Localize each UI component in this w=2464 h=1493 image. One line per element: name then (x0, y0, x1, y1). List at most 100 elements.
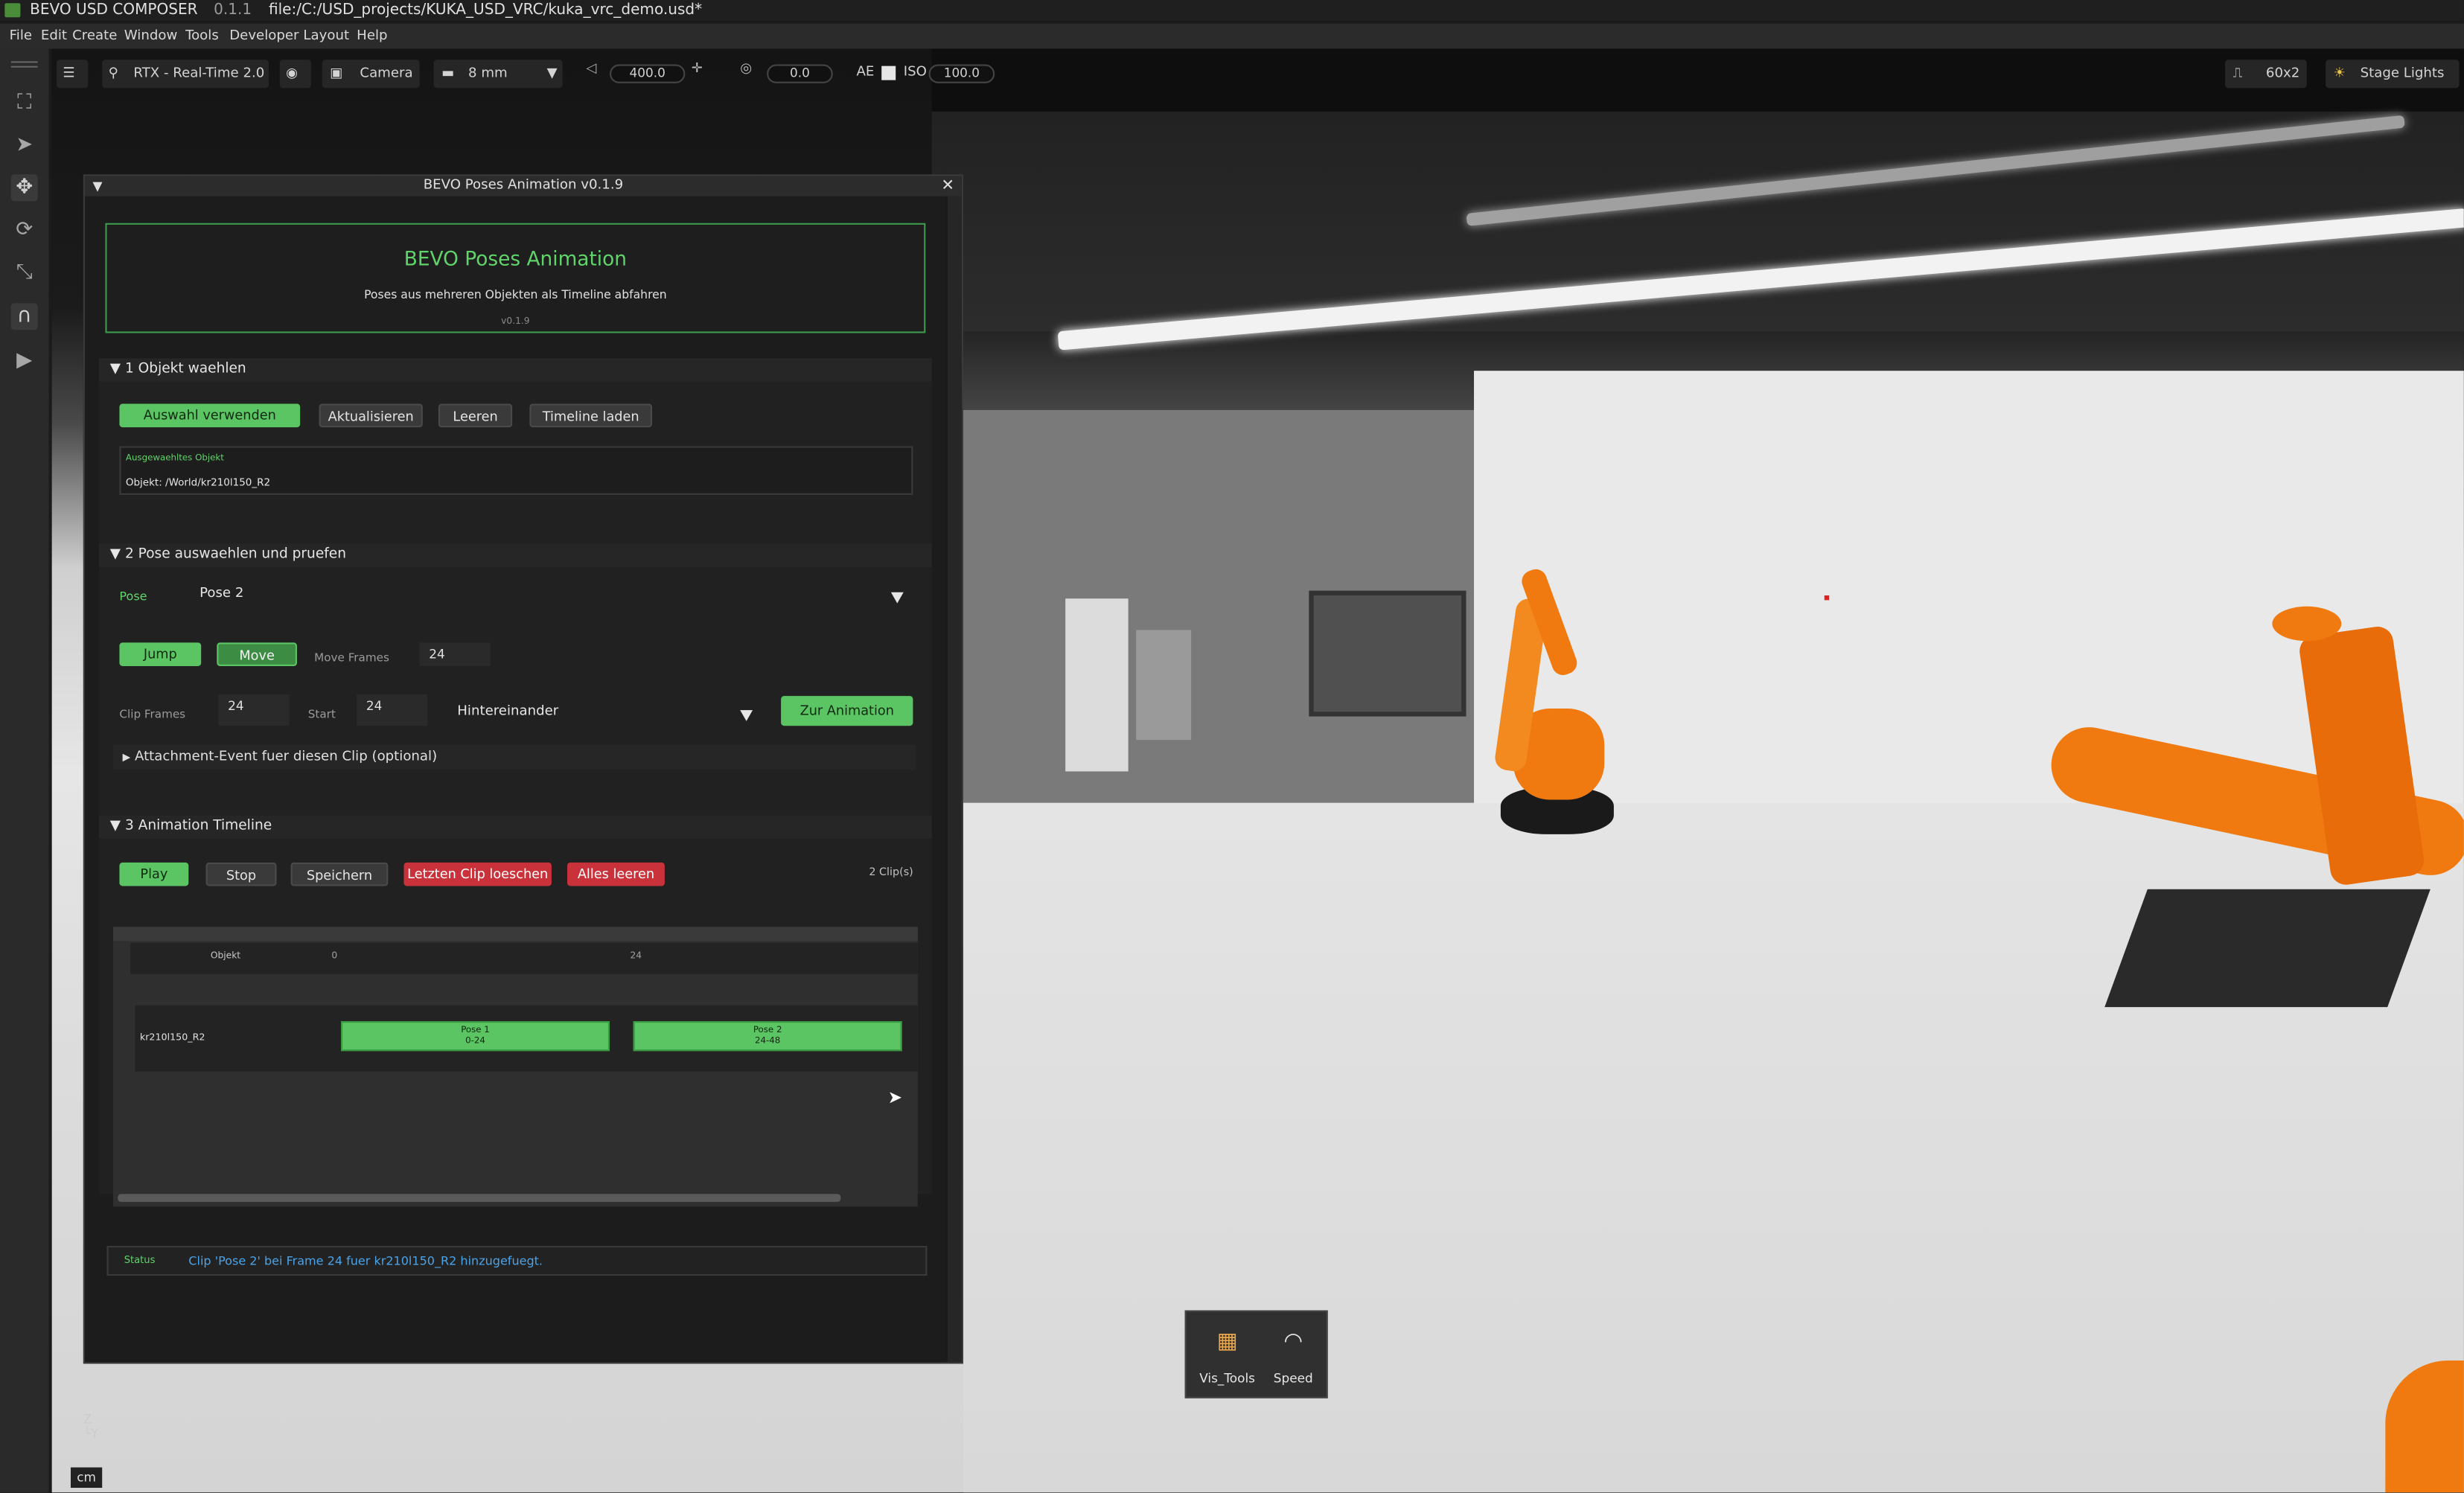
iso-value[interactable]: 100.0 (928, 64, 995, 83)
grip-icon (10, 61, 38, 68)
pose-dropdown[interactable]: Pose 2 (200, 583, 907, 607)
status-label: Status (124, 1255, 156, 1267)
save-button[interactable]: Speichern (290, 862, 389, 886)
vis-tools-panel: ▦ Vis_Tools ◠ Speed (1184, 1310, 1328, 1398)
lights-button[interactable]: ☀ Stage Lights (2326, 60, 2460, 89)
crosshair-icon[interactable]: ✛ (692, 61, 703, 77)
visibility-eye-icon[interactable]: ◉ (279, 60, 311, 89)
file-path: file:/C:/USD_projects/KUKA_USD_VRC/kuka_… (268, 1, 703, 19)
dialog-scrollbar[interactable] (947, 196, 962, 1363)
settings-sliders-icon[interactable]: ☰ (56, 60, 89, 89)
animation-timeline[interactable]: Objekt 0 24 kr210l150_R2 Pose 1 0-24 Pos… (112, 927, 918, 1207)
menu-create[interactable]: Create (72, 24, 117, 49)
scale-icon[interactable]: ⤡ (11, 259, 38, 286)
clip-range: 24-48 (754, 1037, 781, 1046)
clip-value[interactable]: 400.0 (610, 64, 686, 83)
use-selection-button[interactable]: Auswahl verwenden (119, 403, 301, 428)
renderer-button[interactable]: ⚲ RTX - Real-Time 2.0 (102, 60, 269, 89)
mouse-cursor-icon: ➤ (887, 1087, 903, 1108)
close-icon[interactable]: ✕ (941, 176, 954, 196)
vis-tools-icon[interactable]: ▦ (1196, 1329, 1258, 1355)
jump-button[interactable]: Jump (119, 642, 202, 667)
clip-frames-input[interactable]: 24 (218, 694, 290, 726)
axis-gizmo: Z └Y (83, 1412, 99, 1441)
menu-developer[interactable]: Developer (229, 24, 299, 49)
menu-help[interactable]: Help (357, 24, 387, 49)
vis-tools-label[interactable]: Vis_Tools (1193, 1372, 1262, 1386)
pointer-icon[interactable]: ➤ (11, 132, 38, 159)
collapse-triangle-icon: ▼ (109, 361, 121, 377)
rotate-icon[interactable]: ⟳ (11, 217, 38, 243)
chevron-down-icon: ▼ (546, 65, 558, 82)
film-icon: ▬ (441, 65, 455, 82)
clip-name: Pose 1 (461, 1026, 490, 1036)
start-label: Start (307, 706, 336, 721)
clip-frames-label: Clip Frames (119, 706, 186, 721)
section-timeline-header[interactable]: ▼ 3 Animation Timeline (98, 815, 932, 840)
app-version: 0.1.1 (214, 1, 252, 19)
timeline-top-strip (112, 927, 918, 941)
select-mode-icon[interactable]: ⛶ (11, 89, 38, 116)
collapse-triangle-icon: ▼ (109, 818, 121, 834)
clear-button[interactable]: Leeren (438, 403, 513, 428)
cabinet (1065, 598, 1129, 772)
timeline-tick-0: 0 (331, 952, 338, 962)
move-button[interactable]: Move (217, 642, 297, 667)
timeline-track-row: kr210l150_R2 Pose 1 0-24 Pose 2 24-48 (135, 1005, 918, 1072)
menu-edit[interactable]: Edit (41, 24, 67, 49)
stop-button[interactable]: Stop (205, 862, 277, 886)
start-input[interactable]: 24 (357, 694, 428, 726)
attachment-event-expander[interactable]: ▶ Attachment-Event fuer diesen Clip (opt… (112, 744, 916, 770)
poses-animation-dialog: ▼ BEVO Poses Animation v0.1.9 ✕ BEVO Pos… (83, 174, 963, 1364)
speed-label[interactable]: Speed (1262, 1372, 1324, 1386)
unit-label: cm (70, 1467, 103, 1489)
section-pose-header[interactable]: ▼ 2 Pose auswaehlen und pruefen (98, 543, 932, 568)
delete-last-clip-button[interactable]: Letzten Clip loeschen (403, 862, 552, 886)
header-subtitle: Poses aus mehreren Objekten als Timeline… (364, 287, 667, 302)
load-timeline-button[interactable]: Timeline laden (529, 403, 653, 428)
header-version: v0.1.9 (501, 317, 530, 327)
ae-checkbox[interactable] (881, 65, 896, 80)
move-frames-input[interactable]: 24 (419, 642, 491, 667)
chevron-down-icon (740, 707, 753, 731)
menu-file[interactable]: File (10, 24, 32, 49)
menu-tools[interactable]: Tools (185, 24, 219, 49)
timeline-header-object: Objekt (210, 952, 241, 962)
camera-label: Camera (360, 65, 413, 82)
clip-block[interactable]: Pose 1 0-24 (341, 1021, 610, 1052)
camera-icon: ▣ (330, 65, 343, 82)
viewport-toolbar: ☰ ⚲ RTX - Real-Time 2.0 ◉ ▣ Camera ▬ 8 m… (52, 58, 2464, 89)
selected-object-label: Ausgewaehltes Objekt (125, 454, 224, 464)
collapse-triangle-icon[interactable]: ▼ (93, 176, 103, 196)
lights-label: Stage Lights (2360, 65, 2445, 82)
clear-all-button[interactable]: Alles leeren (567, 862, 665, 886)
timeline-scrollbar[interactable] (118, 1194, 841, 1202)
menu-layout[interactable]: Layout (303, 24, 349, 49)
refresh-button[interactable]: Aktualisieren (319, 403, 423, 428)
menu-bar: File Edit Create Window Tools Developer … (0, 23, 2464, 49)
clip-name: Pose 2 (753, 1026, 782, 1036)
snap-magnet-icon[interactable]: ∩ (10, 303, 38, 330)
window-frame (1309, 590, 1466, 717)
mode-dropdown[interactable]: Hintereinander (456, 700, 754, 724)
move-frames-label: Move Frames (314, 650, 389, 665)
dialog-title: BEVO Poses Animation v0.1.9 (423, 177, 624, 194)
grid-button[interactable]: ⎍ 60x2 (2225, 60, 2307, 89)
lens-dropdown[interactable]: ▬ 8 mm ▼ (433, 60, 563, 89)
move-icon[interactable]: ✥ (10, 174, 38, 202)
dialog-titlebar[interactable]: ▼ BEVO Poses Animation v0.1.9 ✕ (84, 176, 962, 196)
to-animation-button[interactable]: Zur Animation (781, 696, 913, 726)
menu-window[interactable]: Window (124, 24, 178, 49)
timeline-tick-24: 24 (630, 952, 642, 962)
camera-button[interactable]: ▣ Camera (322, 60, 420, 89)
grid-label: 60x2 (2265, 65, 2300, 82)
clip-block[interactable]: Pose 2 24-48 (633, 1021, 902, 1052)
grid-icon: ⎍ (2232, 65, 2243, 82)
status-text: Clip 'Pose 2' bei Frame 24 fuer kr210l15… (188, 1253, 543, 1268)
section-objekt-header[interactable]: ▼ 1 Objekt waehlen (98, 358, 932, 382)
exposure-value[interactable]: 0.0 (767, 64, 833, 83)
play-button[interactable]: Play (119, 862, 189, 886)
play-icon[interactable]: ▶ (11, 348, 38, 374)
speedometer-icon[interactable]: ◠ (1265, 1329, 1321, 1355)
renderer-label: RTX - Real-Time 2.0 (133, 65, 265, 82)
